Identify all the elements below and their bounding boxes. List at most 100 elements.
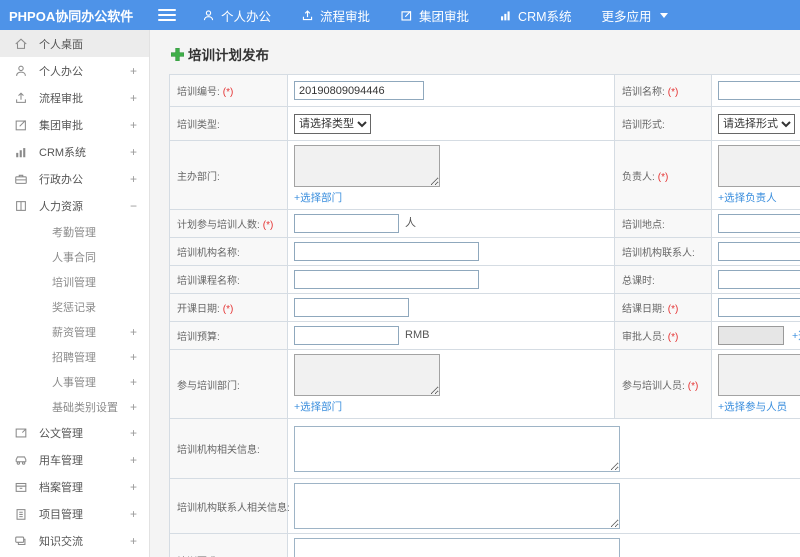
sidebar-subitem-salary[interactable]: 薪资管理 + <box>0 319 149 344</box>
training-number-input[interactable] <box>294 81 424 100</box>
sidebar-item-projects[interactable]: 项目管理 + <box>0 500 149 527</box>
org-name-input[interactable] <box>294 242 479 261</box>
select-join-people-link[interactable]: +选择参与人员 <box>718 399 787 414</box>
expand-icon[interactable]: + <box>130 64 137 78</box>
training-type-select[interactable]: 请选择类型 <box>294 113 371 134</box>
expand-icon[interactable]: + <box>130 375 137 389</box>
location-input[interactable] <box>718 214 800 233</box>
sidebar-item-admin-office[interactable]: 行政办公 + <box>0 165 149 192</box>
field-label: 负责人: <box>622 171 655 183</box>
field-label: 参与培训人员: <box>622 380 685 392</box>
field-label: 培训机构相关信息: <box>177 445 260 456</box>
field-label: 总课时: <box>622 276 655 287</box>
planned-count-input[interactable] <box>294 214 399 233</box>
approver-input[interactable] <box>718 326 784 345</box>
field-label: 培训名称: <box>622 87 665 98</box>
nav-group-approval[interactable]: 集团审批 <box>400 6 469 25</box>
user-icon <box>202 9 215 22</box>
expand-icon[interactable]: + <box>130 426 137 440</box>
join-people-textarea[interactable] <box>718 354 800 396</box>
user-icon <box>14 64 28 78</box>
end-date-input[interactable] <box>718 298 800 317</box>
field-label: 培训类型: <box>177 120 220 131</box>
org-contact-info-textarea[interactable] <box>294 483 620 529</box>
nav-personal-office[interactable]: 个人办公 <box>202 6 271 25</box>
select-leader-link[interactable]: +选择负责人 <box>718 190 777 205</box>
nav-workflow-approval[interactable]: 流程审批 <box>301 6 370 25</box>
sidebar-item-group-approval[interactable]: 集团审批 + <box>0 111 149 138</box>
course-name-input[interactable] <box>294 270 479 289</box>
field-label: 培训机构名称: <box>177 248 240 259</box>
select-dept-link[interactable]: +选择部门 <box>294 190 342 205</box>
nav-label: 个人办公 <box>221 9 272 24</box>
sidebar-subitem-base-category[interactable]: 基础类别设置 + <box>0 394 149 419</box>
sidebar-item-vehicle[interactable]: 用车管理 + <box>0 446 149 473</box>
expand-icon[interactable]: + <box>130 172 137 186</box>
sidebar-item-crm[interactable]: CRM系统 + <box>0 138 149 165</box>
sidebar-item-archives[interactable]: 档案管理 + <box>0 473 149 500</box>
nav-more-apps[interactable]: 更多应用 <box>602 6 668 25</box>
expand-icon[interactable]: + <box>130 118 137 132</box>
sidebar-subitem-hr-contract[interactable]: 人事合同 <box>0 244 149 269</box>
host-dept-textarea[interactable] <box>294 145 440 187</box>
required-mark: (*) <box>222 304 234 315</box>
budget-input[interactable] <box>294 326 399 345</box>
join-depts-textarea[interactable] <box>294 354 440 396</box>
home-icon <box>14 37 28 51</box>
total-hours-input[interactable] <box>718 270 800 289</box>
expand-icon[interactable]: + <box>130 480 137 494</box>
nav-crm[interactable]: CRM系统 <box>499 6 572 25</box>
edit-square-icon <box>400 9 413 22</box>
form-row-requirements: 培训要求: <box>169 533 800 557</box>
clipboard-icon <box>14 507 28 521</box>
expand-icon[interactable]: + <box>130 507 137 521</box>
form-row-orgname-orgcontact: 培训机构名称: 培训机构联系人: <box>169 237 800 266</box>
org-info-textarea[interactable] <box>294 425 620 472</box>
field-label: 审批人员: <box>622 332 665 343</box>
expand-icon[interactable]: + <box>130 534 137 548</box>
briefcase-icon <box>14 172 28 186</box>
field-label: 培训机构联系人相关信息: <box>177 502 290 514</box>
required-mark: (*) <box>657 171 669 183</box>
training-name-input[interactable] <box>718 81 800 100</box>
book-icon <box>14 199 28 213</box>
sidebar-item-hr[interactable]: 人力资源 − <box>0 192 149 219</box>
select-approver-link[interactable]: +选择审批人员 <box>792 328 800 343</box>
sidebar-item-documents[interactable]: 公文管理 + <box>0 419 149 446</box>
sidebar-item-personal-office[interactable]: 个人办公 + <box>0 57 149 84</box>
currency-suffix: RMB <box>405 329 430 342</box>
nav-label: 更多应用 <box>601 9 652 24</box>
training-mode-select[interactable]: 请选择形式 <box>718 113 795 134</box>
top-nav: 个人办公 流程审批 集团审批 CRM系统 更多应用 <box>202 6 668 25</box>
required-mark: (*) <box>667 87 679 98</box>
sidebar-subitem-rewards[interactable]: 奖惩记录 <box>0 294 149 319</box>
expand-icon[interactable]: + <box>130 350 137 364</box>
expand-icon[interactable]: + <box>130 325 137 339</box>
nav-label: 流程审批 <box>320 9 371 24</box>
bar-chart-icon <box>499 9 512 22</box>
start-date-input[interactable] <box>294 298 409 317</box>
sidebar-subitem-attendance[interactable]: 考勤管理 <box>0 219 149 244</box>
collapse-icon[interactable]: − <box>130 199 137 213</box>
expand-icon[interactable]: + <box>130 145 137 159</box>
sidebar-item-knowledge[interactable]: 知识交流 + <box>0 527 149 554</box>
org-contact-input[interactable] <box>718 242 800 261</box>
nav-label: 集团审批 <box>419 9 470 24</box>
expand-icon[interactable]: + <box>130 453 137 467</box>
sidebar-subitem-recruitment[interactable]: 招聘管理 + <box>0 344 149 369</box>
car-icon <box>14 453 28 467</box>
unit-suffix: 人 <box>405 217 416 230</box>
expand-icon[interactable]: + <box>130 91 137 105</box>
sidebar-subitem-training[interactable]: 培训管理 <box>0 269 149 294</box>
field-label: 结课日期: <box>622 304 665 315</box>
hamburger-menu-icon[interactable] <box>158 9 176 21</box>
sidebar-item-workflow-approval[interactable]: 流程审批 + <box>0 84 149 111</box>
select-join-dept-link[interactable]: +选择部门 <box>294 399 342 414</box>
sidebar-item-personal-desktop[interactable]: 个人桌面 <box>0 30 149 57</box>
field-label: 计划参与培训人数: <box>177 220 260 231</box>
requirements-textarea[interactable] <box>294 538 620 557</box>
expand-icon[interactable]: + <box>130 400 137 414</box>
sidebar-subitem-personnel[interactable]: 人事管理 + <box>0 369 149 394</box>
leader-textarea[interactable] <box>718 145 800 187</box>
bar-chart-icon <box>14 145 28 159</box>
